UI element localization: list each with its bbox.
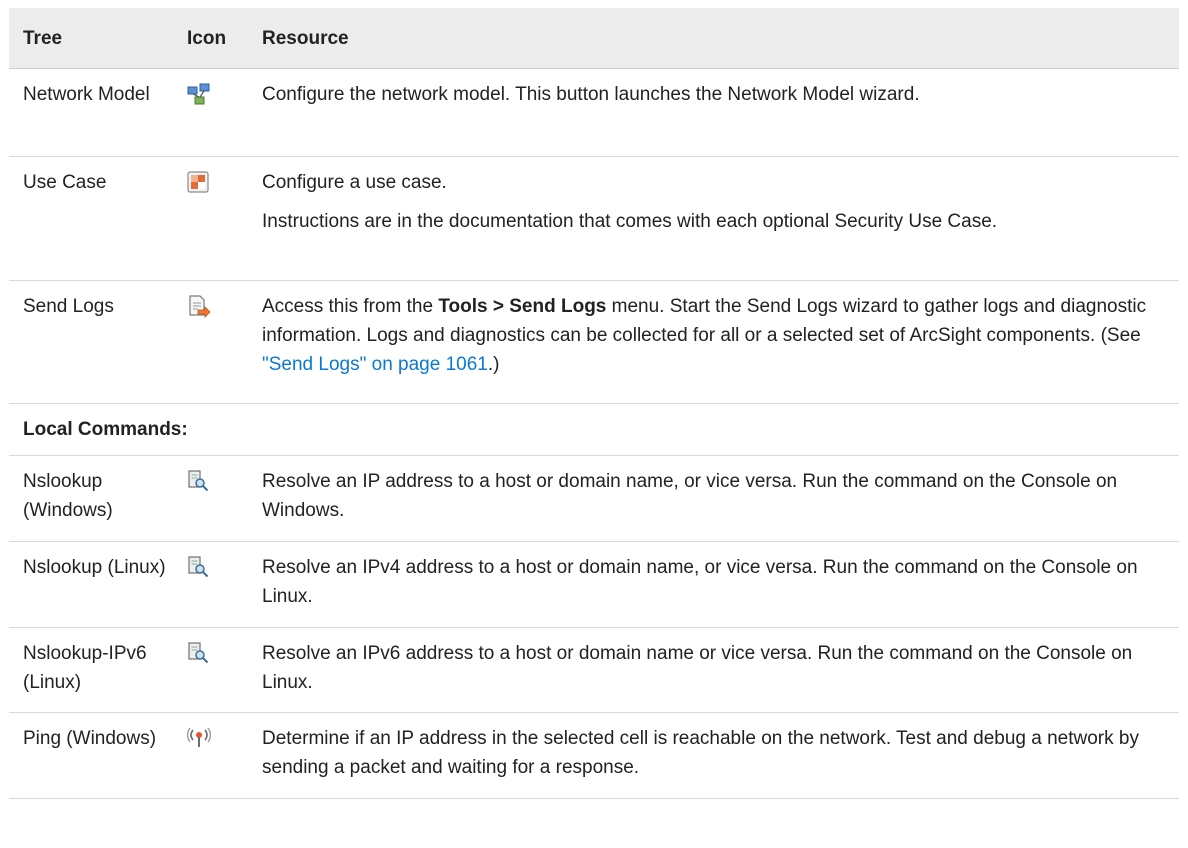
resource-text: Configure the network model. This button… xyxy=(262,84,920,105)
nslookup-icon xyxy=(187,556,209,578)
column-header-resource: Resource xyxy=(262,27,349,49)
resource-text: Configure a use case. xyxy=(262,172,447,193)
column-header-icon: Icon xyxy=(187,27,227,49)
table-row: Use Case Configure a use case. Instructi… xyxy=(9,157,1179,281)
send-logs-icon xyxy=(187,295,211,318)
table-row: Ping (Windows) Determine if an IP addres… xyxy=(9,713,1179,799)
network-model-icon xyxy=(187,83,210,105)
resource-text: Instructions are in the documentation th… xyxy=(262,211,998,232)
use-case-icon xyxy=(187,171,209,193)
resource-text-part: .) xyxy=(487,354,500,375)
resource-text: Resolve an IP address to a host or domai… xyxy=(262,471,1118,521)
table-row: Nslookup (Windows) Resolve an IP address… xyxy=(9,456,1179,542)
nslookup-icon xyxy=(187,642,209,664)
tree-cell: Nslookup (Windows) xyxy=(23,471,113,521)
resource-text-part: Access this from the xyxy=(262,296,439,317)
nslookup-icon xyxy=(187,470,209,492)
table-row: Nslookup-IPv6 (Linux) Resolve an IPv6 ad… xyxy=(9,628,1179,713)
tree-cell: Nslookup-IPv6 (Linux) xyxy=(23,643,147,693)
tree-cell: Network Model xyxy=(23,84,150,105)
table-row: Local Commands: xyxy=(9,404,1179,456)
table-header: Tree Icon Resource xyxy=(9,8,1179,69)
column-header-tree: Tree xyxy=(23,27,63,49)
resource-table: Tree Icon Resource Network Model Configu… xyxy=(9,8,1179,799)
tree-cell: Use Case xyxy=(23,172,107,193)
resource-text: Access this from the Tools > Send Logs m… xyxy=(262,292,1165,379)
tree-cell: Nslookup (Linux) xyxy=(23,557,166,578)
ping-icon xyxy=(187,727,211,749)
table-row: Nslookup (Linux) Resolve an IPv4 address… xyxy=(9,542,1179,628)
table-row: Send Logs Access this from the Tools > S… xyxy=(9,281,1179,404)
section-label: Local Commands: xyxy=(23,419,188,440)
resource-text: Resolve an IPv4 address to a host or dom… xyxy=(262,557,1138,607)
resource-text: Determine if an IP address in the select… xyxy=(262,728,1139,778)
send-logs-link[interactable]: "Send Logs" on page 1061 xyxy=(262,354,488,375)
resource-text: Resolve an IPv6 address to a host or dom… xyxy=(262,643,1133,693)
tree-cell: Ping (Windows) xyxy=(23,728,157,749)
tree-cell: Send Logs xyxy=(23,296,114,317)
menu-path-text: Tools > Send Logs xyxy=(438,296,607,317)
table-row: Network Model Configure the network mode… xyxy=(9,69,1179,157)
